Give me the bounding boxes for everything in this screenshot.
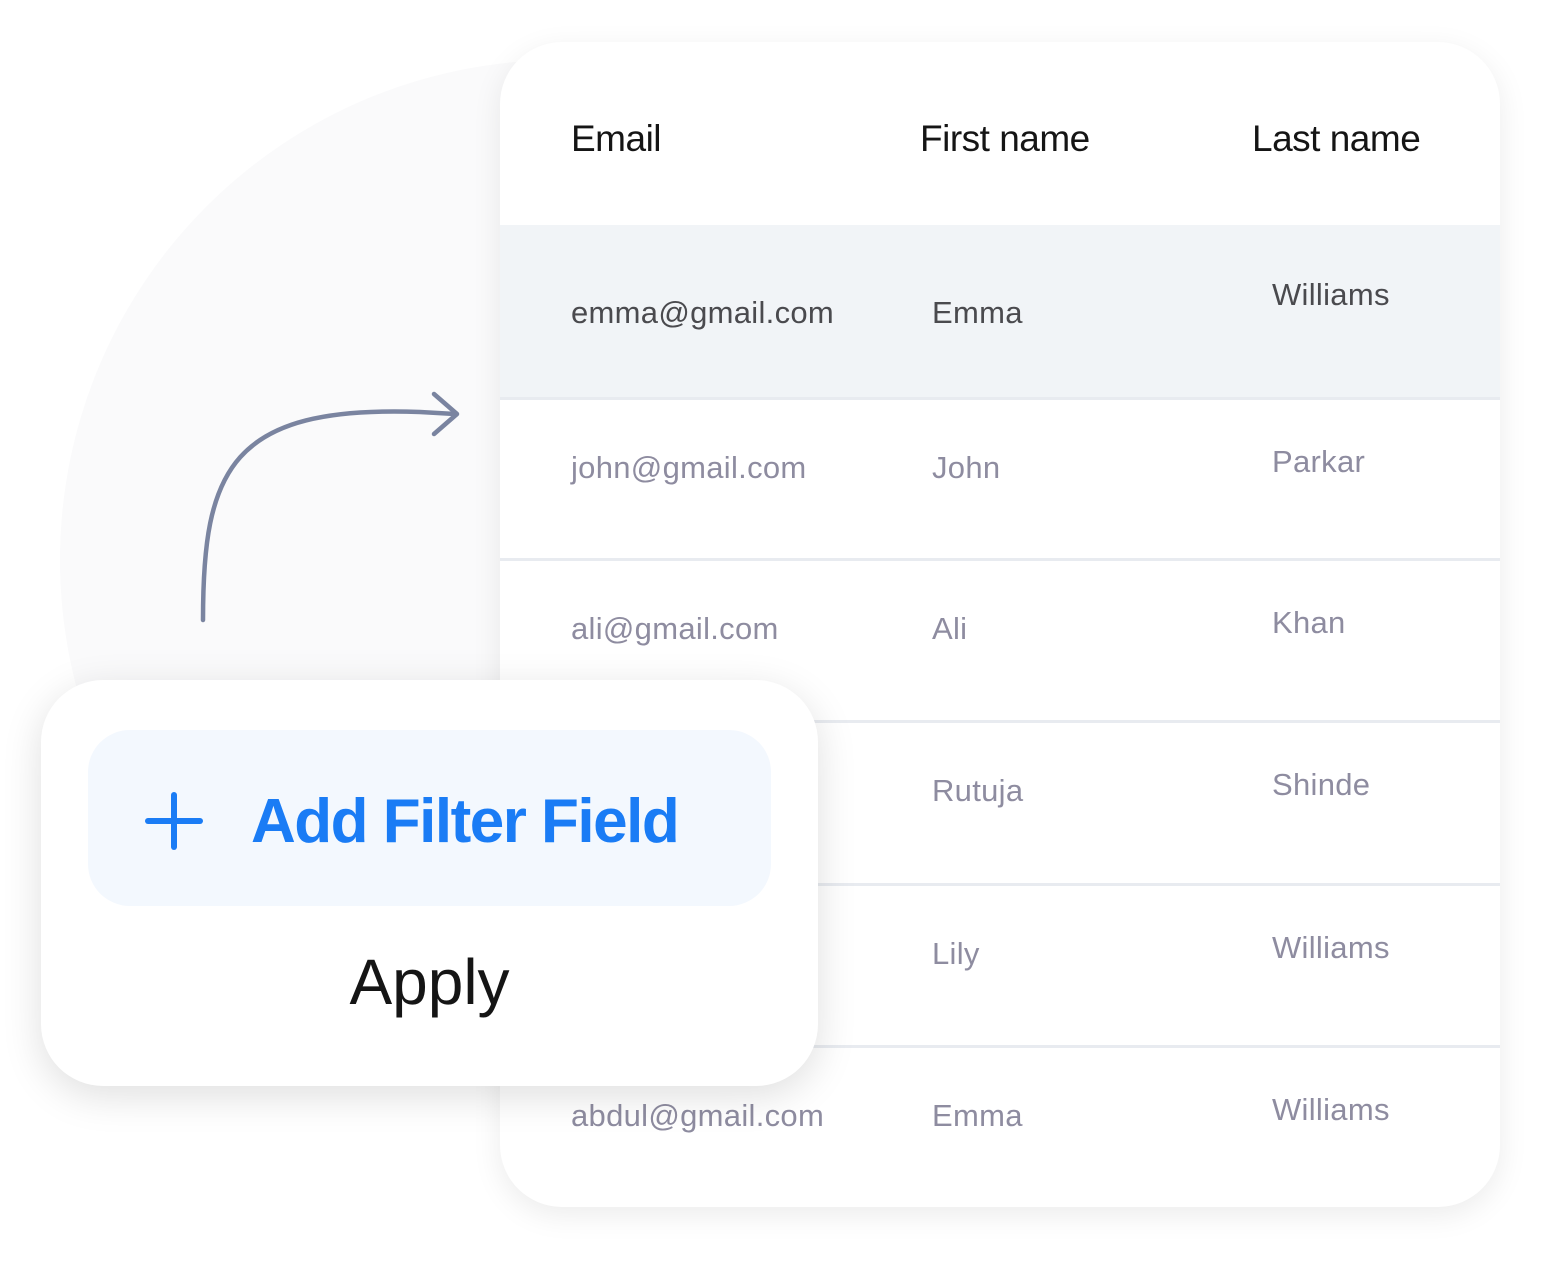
filter-popup: Add Filter Field Apply [41,680,818,1086]
first-name-cell: John [932,450,1001,485]
first-name-cell: Emma [932,1098,1023,1133]
last-name-cell: Williams [1272,930,1390,965]
first-name-cell: Lily [932,936,980,971]
last-name-cell: Khan [1272,605,1346,640]
last-name-cell: Williams [1272,1092,1390,1127]
email-cell: emma@gmail.com [571,295,835,330]
first-name-cell: Rutuja [932,773,1024,808]
plus-icon [145,792,203,850]
email-cell: ali@gmail.com [571,611,779,646]
add-filter-field-button[interactable]: Add Filter Field [88,730,771,906]
column-header-email[interactable]: Email [571,118,662,160]
table-row[interactable]: emma@gmail.com Emma Williams [500,225,1500,397]
column-header-last-name[interactable]: Last name [1252,118,1421,160]
add-filter-field-label: Add Filter Field [251,787,680,856]
first-name-cell: Ali [932,611,968,646]
email-cell: john@gmail.com [571,450,807,485]
email-cell: abdul@gmail.com [571,1098,825,1133]
table-header: Email First name Last name [500,42,1500,225]
column-header-first-name[interactable]: First name [920,118,1090,160]
last-name-cell: Shinde [1272,767,1371,802]
table-row[interactable]: john@gmail.com John Parkar [500,397,1500,560]
apply-button[interactable]: Apply [41,945,818,1019]
last-name-cell: Williams [1272,277,1390,312]
last-name-cell: Parkar [1272,444,1366,479]
first-name-cell: Emma [932,295,1023,330]
